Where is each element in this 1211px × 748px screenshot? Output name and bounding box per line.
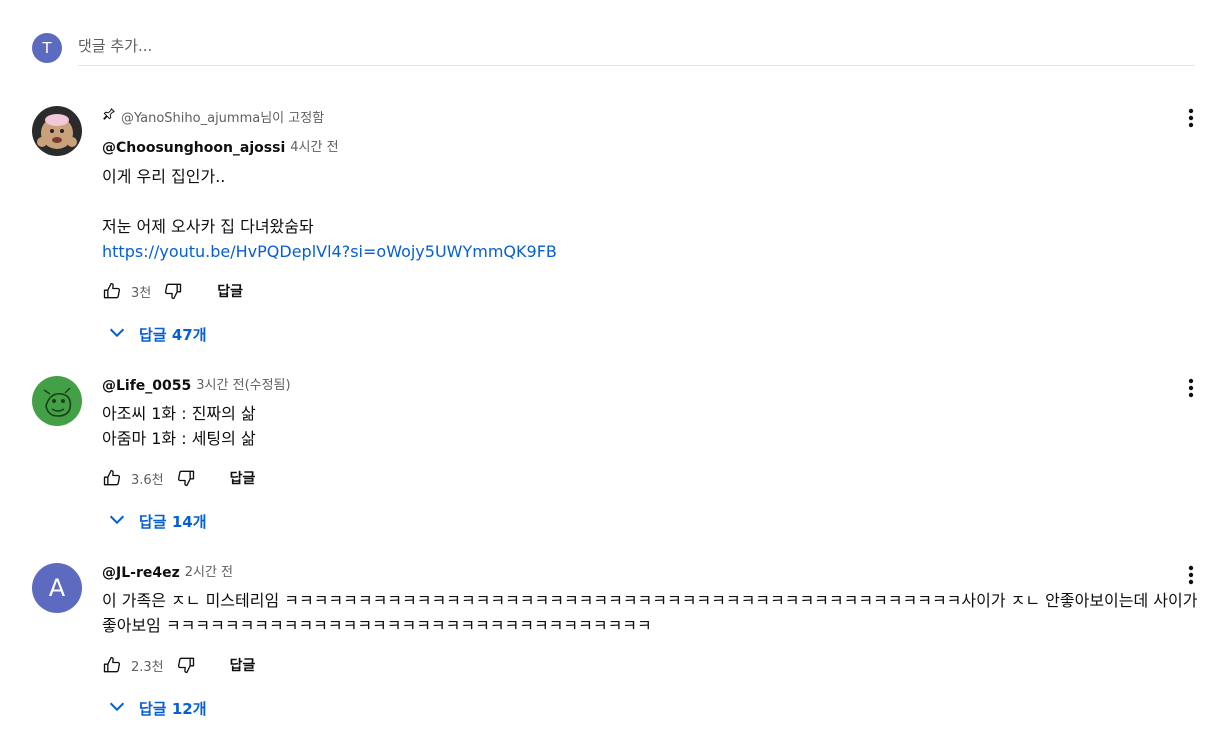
chevron-down-icon	[106, 508, 139, 534]
comment-time[interactable]: 3시간 전(수정됨)	[196, 376, 290, 396]
avatar[interactable]	[32, 376, 82, 426]
avatar[interactable]	[32, 106, 82, 156]
comment-header: @JL-re4ez 2시간 전	[102, 563, 1202, 583]
thumbs-up-icon[interactable]	[102, 468, 122, 488]
more-vert-icon[interactable]	[1179, 563, 1203, 587]
reply-button[interactable]: 답글	[230, 655, 256, 675]
comment-header: @Life_0055 3시간 전(수정됨)	[102, 376, 1202, 396]
thumbs-up-icon[interactable]	[102, 655, 122, 675]
view-replies-button[interactable]: 답글 14개	[106, 506, 1202, 536]
comment-text: 이게 우리 집인가.. 저눈 어제 오사카 집 다녀왔숨돠 https://yo…	[102, 164, 1202, 264]
add-comment-input[interactable]	[78, 37, 1195, 66]
comment-text: 이 가족은 ㅈㄴ 미스테리임 ㅋㅋㅋㅋㅋㅋㅋㅋㅋㅋㅋㅋㅋㅋㅋㅋㅋㅋㅋㅋㅋㅋㅋㅋㅋ…	[102, 588, 1202, 638]
avatar[interactable]: A	[32, 563, 82, 613]
comment-actions: 3천 답글	[102, 276, 1202, 306]
comment-body: @YanoShiho_ajumma님이 고정함 @Choosunghoon_aj…	[102, 106, 1202, 349]
pin-icon	[102, 107, 116, 125]
comment-link[interactable]: https://youtu.be/HvPQDeplVl4?si=oWojy5UW…	[102, 242, 557, 261]
author-name[interactable]: @Life_0055	[102, 376, 191, 396]
reply-button[interactable]: 답글	[230, 468, 256, 488]
comment-line: 이 가족은 ㅈㄴ 미스테리임 ㅋㅋㅋㅋㅋㅋㅋㅋㅋㅋㅋㅋㅋㅋㅋㅋㅋㅋㅋㅋㅋㅋㅋㅋㅋ…	[102, 591, 1198, 635]
view-replies-button[interactable]: 답글 12개	[106, 693, 1202, 723]
comment-line: 이게 우리 집인가..	[102, 167, 226, 186]
comment-text: 아조씨 1화 : 진짜의 삶 아줌마 1화 : 세팅의 삶	[102, 401, 1202, 451]
comment-line	[102, 189, 1202, 214]
thumbs-down-icon[interactable]	[176, 655, 196, 675]
pinned-label: @YanoShiho_ajumma님이 고정함	[102, 106, 1202, 126]
comment-actions: 2.3천 답글	[102, 650, 1202, 680]
like-count: 3.6천	[131, 472, 164, 488]
author-name[interactable]: @JL-re4ez	[102, 563, 180, 583]
comment-body: @JL-re4ez 2시간 전 이 가족은 ㅈㄴ 미스테리임 ㅋㅋㅋㅋㅋㅋㅋㅋㅋ…	[102, 563, 1202, 723]
chevron-down-icon	[106, 695, 139, 721]
comment-line: 저눈 어제 오사카 집 다녀왔숨돠	[102, 217, 314, 236]
reply-button[interactable]: 답글	[217, 281, 243, 301]
more-vert-icon[interactable]	[1179, 376, 1203, 400]
comment-time[interactable]: 2시간 전	[185, 563, 233, 583]
comment-line: 아줌마 1화 : 세팅의 삶	[102, 429, 256, 448]
thumbs-down-icon[interactable]	[176, 468, 196, 488]
pinned-by-text: @YanoShiho_ajumma님이 고정함	[121, 110, 325, 126]
more-vert-icon[interactable]	[1179, 106, 1203, 130]
comment-actions: 3.6천 답글	[102, 463, 1202, 493]
replies-count: 답글 14개	[139, 512, 207, 531]
thumbs-down-icon[interactable]	[163, 281, 183, 301]
comment-line: 아조씨 1화 : 진짜의 삶	[102, 404, 256, 423]
chevron-down-icon	[106, 321, 139, 347]
comment-header: @Choosunghoon_ajossi 4시간 전	[102, 138, 1202, 158]
comment-body: @Life_0055 3시간 전(수정됨) 아조씨 1화 : 진짜의 삶 아줌마…	[102, 376, 1202, 536]
user-avatar[interactable]: T	[32, 33, 62, 63]
like-count: 3천	[131, 285, 152, 301]
like-count: 2.3천	[131, 659, 164, 675]
comment-time[interactable]: 4시간 전	[290, 138, 338, 158]
replies-count: 답글 47개	[139, 325, 207, 344]
add-comment-row: T	[32, 33, 1195, 67]
author-name[interactable]: @Choosunghoon_ajossi	[102, 138, 285, 158]
thumbs-up-icon[interactable]	[102, 281, 122, 301]
view-replies-button[interactable]: 답글 47개	[106, 319, 1202, 349]
replies-count: 답글 12개	[139, 699, 207, 718]
